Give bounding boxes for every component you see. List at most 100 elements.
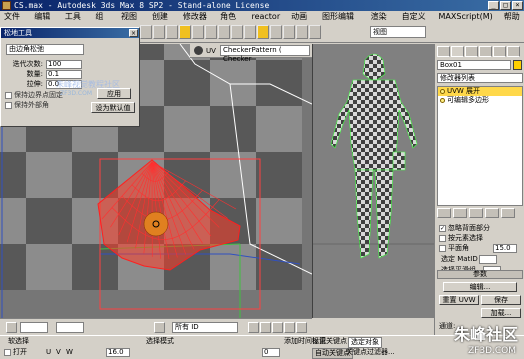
- maximize-button[interactable]: □: [500, 1, 511, 10]
- load-button[interactable]: 加载...: [481, 308, 521, 318]
- menu-item[interactable]: reactor: [251, 11, 280, 23]
- set-key-button[interactable]: 设置关键点: [312, 337, 347, 346]
- pan-icon[interactable]: [248, 322, 259, 333]
- save-button[interactable]: 保存: [481, 295, 521, 305]
- configure-sets-icon[interactable]: [501, 208, 515, 218]
- snap-icon[interactable]: [296, 322, 307, 333]
- tab-motion[interactable]: [479, 46, 492, 57]
- planar-checkbox[interactable]: [439, 245, 446, 252]
- ignore-back-row[interactable]: 忽略背面部分: [439, 224, 523, 233]
- menu-item[interactable]: 自定义(U): [402, 11, 428, 33]
- menu-item[interactable]: 组(G): [95, 11, 110, 33]
- tab-hierarchy[interactable]: [465, 46, 478, 57]
- keep-outer-corner-box[interactable]: [5, 101, 12, 109]
- keep-boundary-label: 保持边界点固定: [14, 91, 63, 99]
- matid-spinner[interactable]: [479, 255, 497, 264]
- zoom-icon[interactable]: [260, 322, 271, 333]
- object-name-field[interactable]: Box01: [437, 60, 511, 70]
- lock-icon[interactable]: [154, 322, 165, 333]
- iterations-spinner[interactable]: 100: [46, 59, 82, 69]
- toolbar-icon[interactable]: [205, 25, 217, 39]
- keep-boundary-checkbox[interactable]: 保持边界点固定: [5, 90, 63, 100]
- texture-dropdown[interactable]: CheckerPattern ( Checker: [220, 45, 310, 63]
- modifier-list-dropdown[interactable]: 修改器列表: [437, 73, 523, 83]
- keep-boundary-box[interactable]: [5, 91, 12, 99]
- menu-item[interactable]: 创建(C): [152, 11, 172, 33]
- show-end-result-icon[interactable]: [453, 208, 467, 218]
- toolbar-icon[interactable]: [179, 25, 191, 39]
- relax-mode-dropdown[interactable]: 由边角松弛: [6, 44, 84, 55]
- v-field[interactable]: [56, 322, 84, 333]
- u-field[interactable]: [20, 322, 48, 333]
- frame-spinner[interactable]: 0: [262, 348, 280, 357]
- menu-item[interactable]: 视图(V): [121, 11, 141, 33]
- remove-modifier-icon[interactable]: [485, 208, 499, 218]
- menu-item[interactable]: 图形编辑器(D): [322, 11, 360, 33]
- toolbar-icon[interactable]: [283, 25, 295, 39]
- minimize-button[interactable]: _: [488, 1, 499, 10]
- menu-item[interactable]: 修改器(O): [183, 11, 209, 33]
- tab-utilities[interactable]: [507, 46, 520, 57]
- modifier-stack: UVW 展开 可编辑多边形: [437, 86, 523, 206]
- tab-display[interactable]: [493, 46, 506, 57]
- selected-dropdown[interactable]: 选定对象: [348, 337, 382, 348]
- zoom-region-icon[interactable]: [272, 322, 283, 333]
- mirror-icon[interactable]: [6, 322, 17, 333]
- ignore-back-label: 忽略背面部分: [448, 224, 490, 232]
- toolbar-icon[interactable]: [140, 25, 152, 39]
- planar-spinner[interactable]: 15.0: [493, 244, 517, 253]
- menu-item[interactable]: 工具(T): [65, 11, 84, 33]
- menu-item[interactable]: 编辑(E): [34, 11, 54, 33]
- params-rollout-header[interactable]: 参数: [437, 270, 523, 279]
- amount-spinner[interactable]: 0.1: [46, 69, 82, 79]
- bulb-icon[interactable]: [440, 89, 445, 94]
- edit-button[interactable]: 编辑...: [443, 282, 517, 292]
- by-element-checkbox[interactable]: [439, 235, 446, 242]
- v-label[interactable]: V: [56, 348, 61, 357]
- toolbar-icon[interactable]: [166, 25, 178, 39]
- key-filters-button[interactable]: 关键点过滤器...: [346, 348, 395, 357]
- tab-create[interactable]: [437, 46, 450, 57]
- menu-item[interactable]: 角色(H): [220, 11, 240, 33]
- toolbar-icon[interactable]: [270, 25, 282, 39]
- u-label[interactable]: U: [46, 348, 51, 357]
- planar-row[interactable]: 平面角: [439, 244, 499, 253]
- stack-item-uvw-unwrap[interactable]: UVW 展开: [438, 87, 522, 96]
- set-default-button[interactable]: 设为默认值: [91, 102, 135, 113]
- menu-item[interactable]: 渲染(R): [371, 11, 391, 33]
- close-icon[interactable]: ×: [129, 29, 138, 37]
- id-filter-dropdown[interactable]: 所有 ID: [172, 322, 238, 333]
- tab-modify[interactable]: [451, 46, 464, 57]
- keep-outer-corner-checkbox[interactable]: 保持外部角: [5, 100, 49, 110]
- by-element-row[interactable]: 按元素选择: [439, 234, 523, 243]
- ignore-back-checkbox[interactable]: [439, 225, 446, 232]
- stack-item-label: 可编辑多边形: [447, 96, 489, 104]
- close-button[interactable]: ×: [512, 1, 523, 10]
- character-holster: [392, 151, 406, 171]
- make-unique-icon[interactable]: [469, 208, 483, 218]
- menu-item[interactable]: 帮助(H): [504, 11, 524, 33]
- menu-item[interactable]: 文件(F): [4, 11, 23, 33]
- view-coord-dropdown[interactable]: 视图: [370, 26, 426, 38]
- toolbar-icon[interactable]: [218, 25, 230, 39]
- toolbar-icon[interactable]: [244, 25, 256, 39]
- toolbar-icon[interactable]: [309, 25, 321, 39]
- soft-select-checkbox[interactable]: [4, 349, 11, 356]
- toolbar-icon[interactable]: [257, 25, 269, 39]
- perspective-viewport[interactable]: [312, 44, 435, 318]
- sphere-icon[interactable]: [194, 46, 203, 55]
- menu-item[interactable]: MAXScript(M): [439, 11, 493, 23]
- bulb-icon[interactable]: [440, 98, 445, 103]
- toolbar-icon[interactable]: [231, 25, 243, 39]
- stack-item-editable-poly[interactable]: 可编辑多边形: [438, 96, 522, 105]
- toolbar-icon[interactable]: [296, 25, 308, 39]
- falloff-spinner[interactable]: 16.0: [106, 348, 130, 357]
- pin-stack-icon[interactable]: [437, 208, 451, 218]
- reset-uvw-button[interactable]: 重置 UVW: [439, 295, 479, 305]
- menu-item[interactable]: 动画(A): [291, 11, 311, 33]
- object-color-swatch[interactable]: [513, 60, 522, 70]
- toolbar-icon[interactable]: [153, 25, 165, 39]
- zoom-extents-icon[interactable]: [284, 322, 295, 333]
- w-label[interactable]: W: [66, 348, 73, 357]
- toolbar-icon[interactable]: [192, 25, 204, 39]
